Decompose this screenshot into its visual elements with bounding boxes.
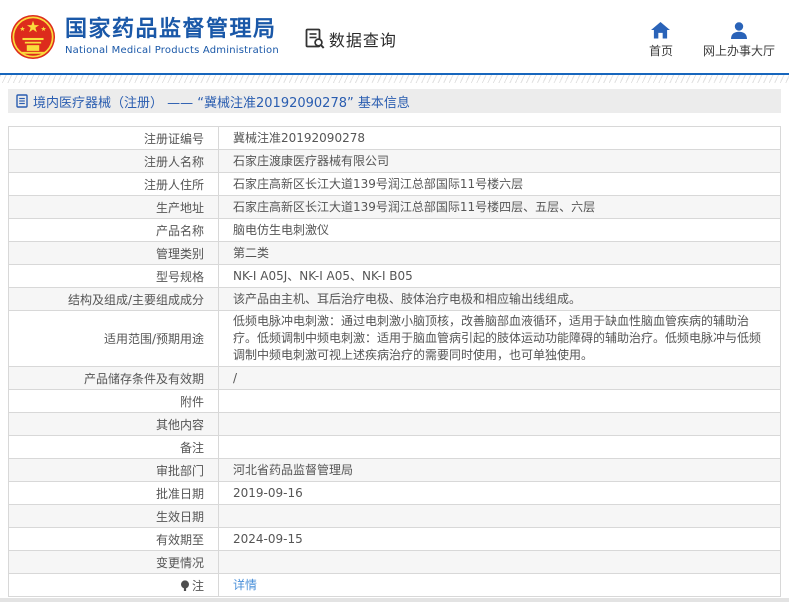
row-value: NK-I A05J、NK-I A05、NK-I B05 — [218, 264, 781, 288]
row-label: 批准日期 — [8, 481, 219, 505]
org-name-en: National Medical Products Administration — [65, 45, 279, 56]
row-value: 石家庄高新区长江大道139号润江总部国际11号楼六层 — [218, 172, 781, 196]
header-nav: 首页 网上办事大厅 — [649, 22, 775, 59]
table-row: 备注 — [8, 435, 781, 459]
row-value — [218, 435, 781, 459]
document-icon — [16, 94, 28, 108]
row-label: 有效期至 — [8, 527, 219, 551]
row-value: 脑电仿生电刺激仪 — [218, 218, 781, 242]
row-value: 冀械注准20192090278 — [218, 126, 781, 150]
row-value: 低频电脉冲电刺激：通过电刺激小脑顶核，改善脑部血液循环，适用于缺血性脑血管疾病的… — [218, 310, 781, 367]
home-icon — [651, 22, 671, 39]
row-value: 2019-09-16 — [218, 481, 781, 505]
row-label: 附件 — [8, 389, 219, 413]
table-row: 产品名称 脑电仿生电刺激仪 — [8, 218, 781, 242]
row-value: 石家庄高新区长江大道139号润江总部国际11号楼四层、五层、六层 — [218, 195, 781, 219]
nav-hall-label: 网上办事大厅 — [702, 44, 775, 58]
row-value: 详情 — [218, 573, 781, 597]
table-row: 附件 — [8, 389, 781, 413]
breadcrumb: 境内医疗器械（注册） —— “冀械注准20192090278” 基本信息 — [8, 89, 781, 113]
row-value: 该产品由主机、耳后治疗电极、肢体治疗电极和相应输出线组成。 — [218, 287, 781, 311]
data-query-module[interactable]: 数据查询 — [305, 27, 397, 51]
row-value — [218, 550, 781, 574]
row-label: 管理类别 — [8, 241, 219, 265]
breadcrumb-text: 境内医疗器械（注册） —— “冀械注准20192090278” 基本信息 — [33, 95, 410, 111]
registration-info-table: 注册证编号 冀械注准20192090278 注册人名称 石家庄渡康医疗器械有限公司 注册… — [8, 126, 781, 597]
row-label: 审批部门 — [8, 458, 219, 482]
row-label: 型号规格 — [8, 264, 219, 288]
data-query-icon — [305, 28, 325, 49]
nav-item-service-hall[interactable]: 网上办事大厅 — [703, 22, 775, 59]
row-value: 河北省药品监督管理局 — [218, 458, 781, 482]
note-icon — [180, 579, 189, 591]
table-row: 审批部门 河北省药品监督管理局 — [8, 458, 781, 482]
detail-link[interactable]: 详情 — [233, 578, 257, 592]
table-row: 注详情 — [8, 573, 781, 597]
table-row: 注册证编号 冀械注准20192090278 — [8, 126, 781, 150]
table-row: 产品储存条件及有效期 / — [8, 366, 781, 390]
row-label: 备注 — [8, 435, 219, 459]
table-row: 适用范围/预期用途 低频电脉冲电刺激：通过电刺激小脑顶核，改善脑部血液循环，适用于… — [8, 310, 781, 367]
table-row: 生效日期 — [8, 504, 781, 528]
row-value: / — [218, 366, 781, 390]
row-label: 注册人名称 — [8, 149, 219, 173]
org-name-cn: 国家药品监督管理局 — [65, 17, 277, 42]
row-value — [218, 412, 781, 436]
footer-strip — [0, 598, 789, 602]
brand-text: 国家药品监督管理局 National Medical Products Admi… — [65, 17, 279, 56]
nav-item-home[interactable]: 首页 — [649, 22, 673, 59]
row-label: 产品储存条件及有效期 — [8, 366, 219, 390]
row-value — [218, 504, 781, 528]
row-label: 其他内容 — [8, 412, 219, 436]
table-row: 变更情况 — [8, 550, 781, 574]
national-emblem-logo — [10, 14, 56, 59]
table-row: 注册人名称 石家庄渡康医疗器械有限公司 — [8, 149, 781, 173]
nav-home-label: 首页 — [648, 44, 673, 58]
table-row: 结构及组成/主要组成成分 该产品由主机、耳后治疗电极、肢体治疗电极和相应输出线组成… — [8, 287, 781, 311]
row-label: 生效日期 — [8, 504, 219, 528]
table-row: 型号规格 NK-I A05J、NK-I A05、NK-I B05 — [8, 264, 781, 288]
hatch-stripe-band — [0, 75, 789, 83]
row-label: 注册证编号 — [8, 126, 219, 150]
page-header: 国家药品监督管理局 National Medical Products Admi… — [0, 0, 789, 73]
table-row: 生产地址 石家庄高新区长江大道139号润江总部国际11号楼四层、五层、六层 — [8, 195, 781, 219]
table-row: 注册人住所 石家庄高新区长江大道139号润江总部国际11号楼六层 — [8, 172, 781, 196]
row-label: 适用范围/预期用途 — [8, 310, 219, 367]
row-label: 产品名称 — [8, 218, 219, 242]
row-value — [218, 389, 781, 413]
row-value: 第二类 — [218, 241, 781, 265]
table-row: 有效期至 2024-09-15 — [8, 527, 781, 551]
data-query-label: 数据查询 — [328, 30, 397, 50]
table-row: 管理类别 第二类 — [8, 241, 781, 265]
row-label: 生产地址 — [8, 195, 219, 219]
info-table-body: 注册证编号 冀械注准20192090278 注册人名称 石家庄渡康医疗器械有限公司 注册… — [8, 126, 781, 597]
row-value: 2024-09-15 — [218, 527, 781, 551]
table-row: 其他内容 — [8, 412, 781, 436]
row-value: 石家庄渡康医疗器械有限公司 — [218, 149, 781, 173]
user-icon — [730, 22, 747, 39]
row-label: 注册人住所 — [8, 172, 219, 196]
table-row: 批准日期 2019-09-16 — [8, 481, 781, 505]
row-label: 结构及组成/主要组成成分 — [8, 287, 219, 311]
row-label: 变更情况 — [8, 550, 219, 574]
brand: 国家药品监督管理局 National Medical Products Admi… — [10, 14, 279, 60]
row-label: 注 — [8, 573, 219, 597]
